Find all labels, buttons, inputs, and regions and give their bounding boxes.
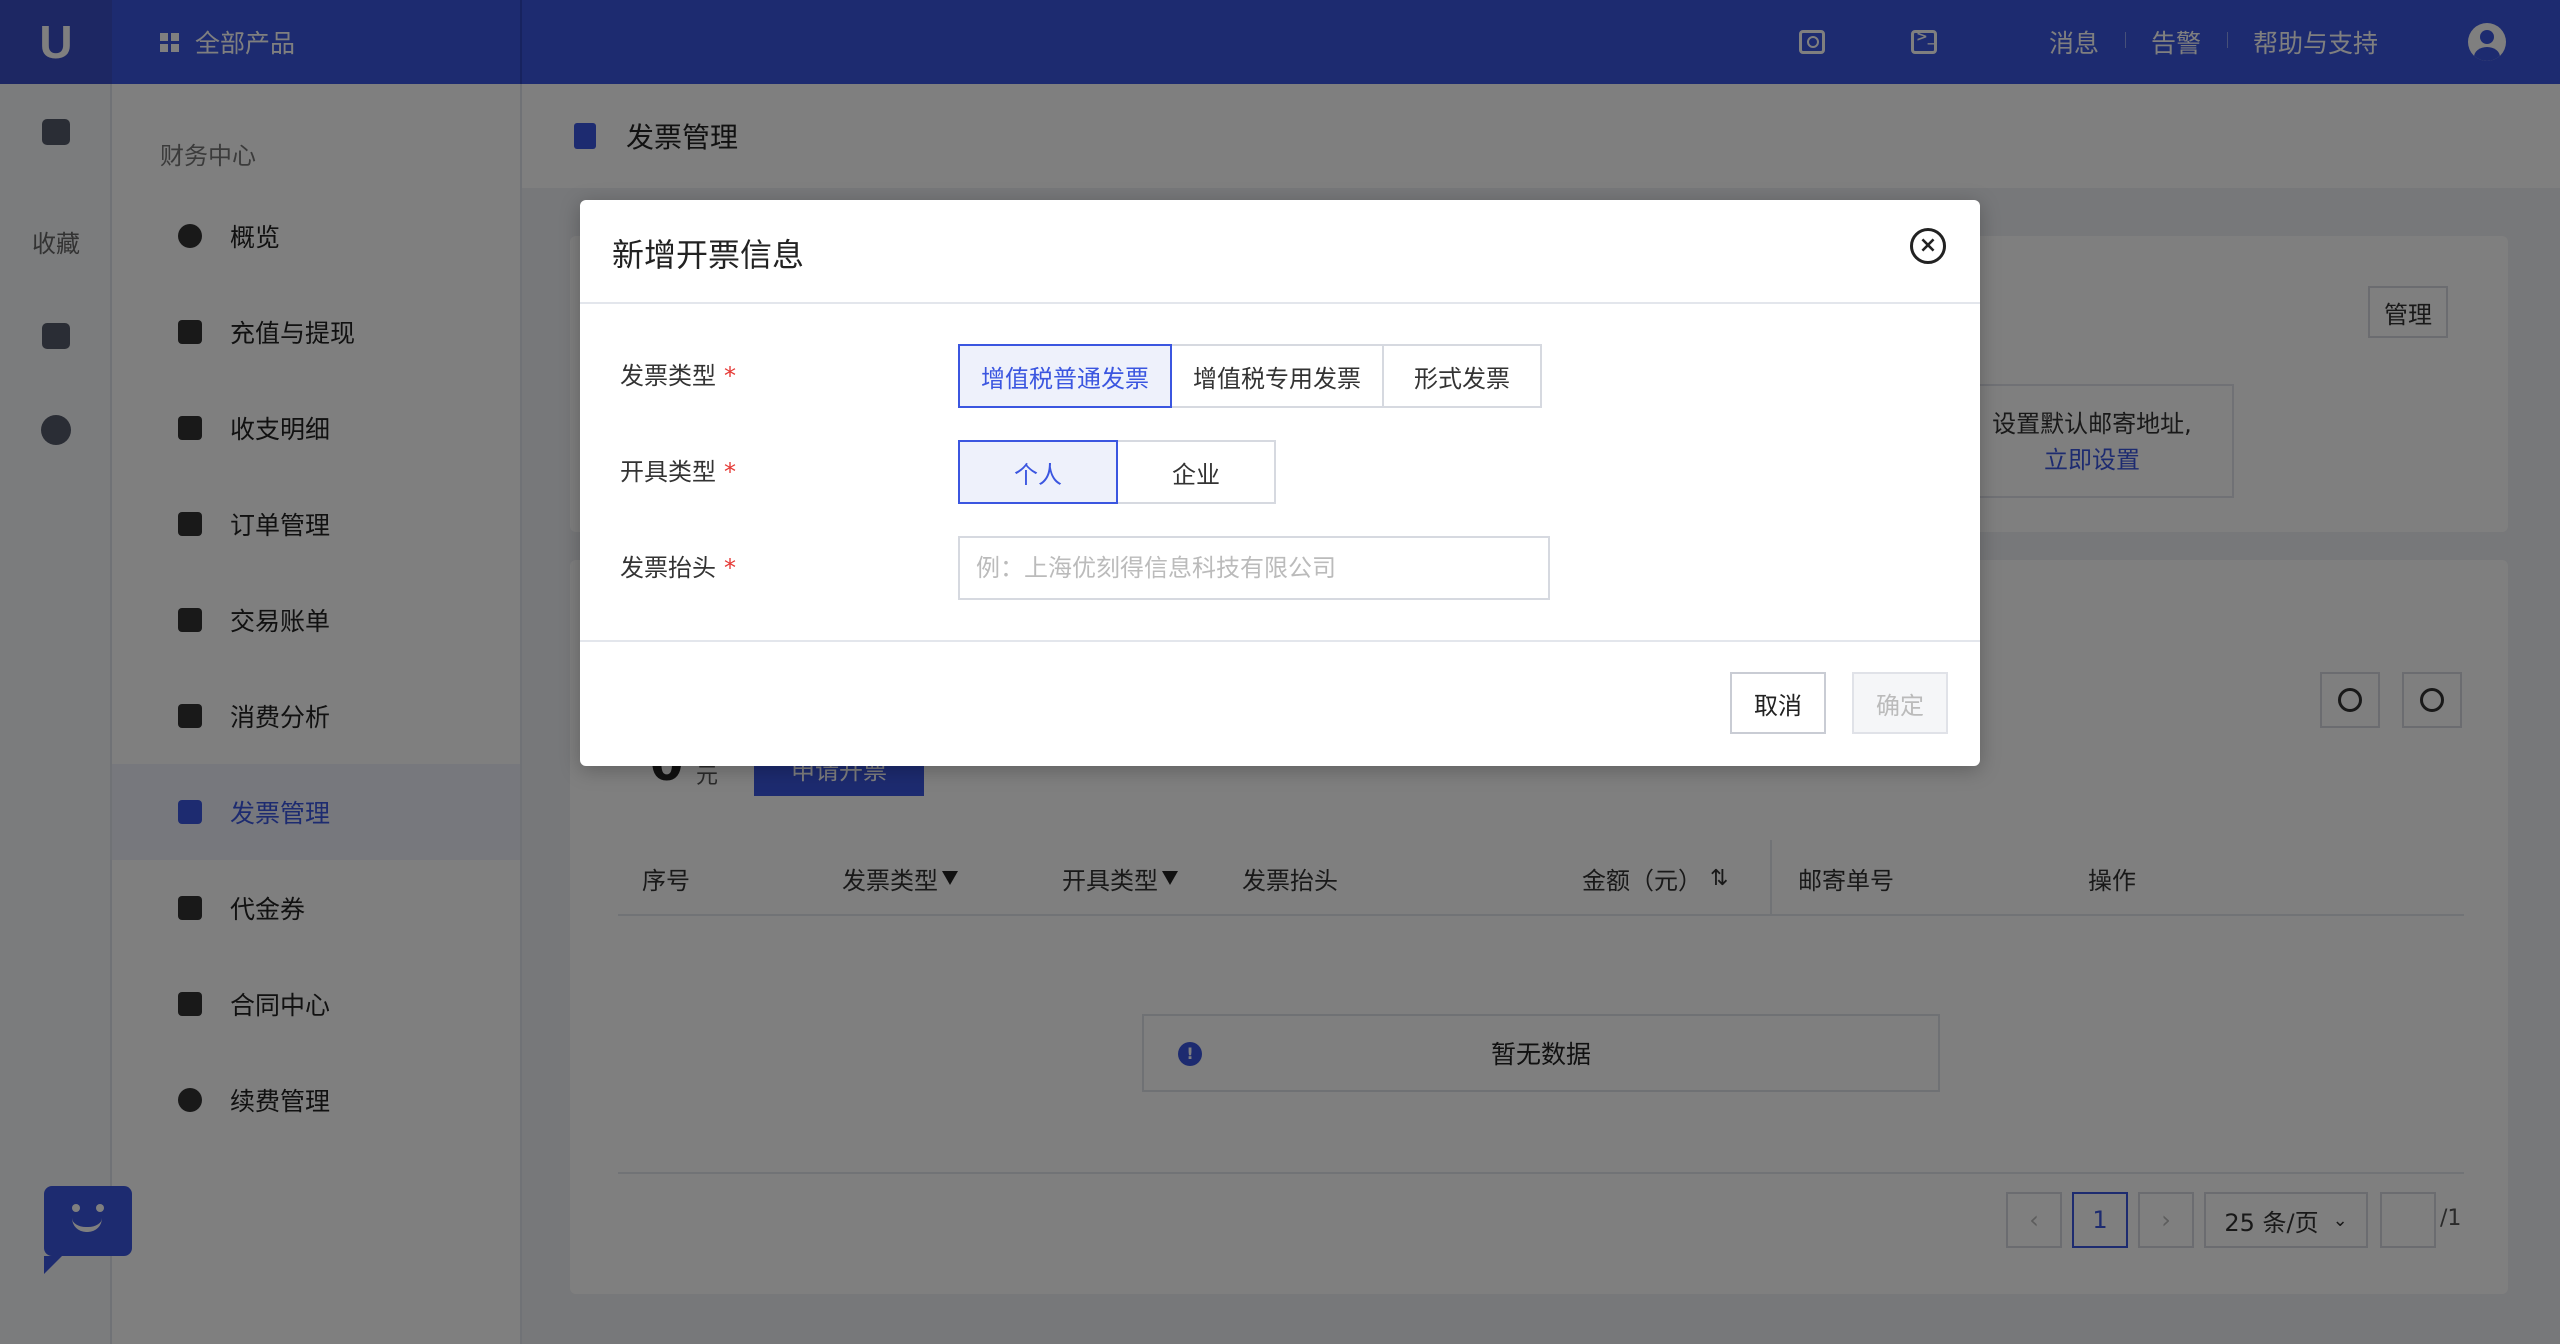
confirm-button[interactable]: 确定 bbox=[1852, 672, 1948, 734]
invoice-title-input[interactable] bbox=[958, 536, 1550, 600]
field-label-text: 发票抬头 bbox=[620, 554, 716, 582]
invoice-type-label: 发票类型 * bbox=[620, 356, 736, 391]
add-invoice-info-modal: 新增开票信息 × 发票类型 * 增值税普通发票 增值税专用发票 形式发票 开具类型… bbox=[580, 200, 1980, 766]
field-label-text: 发票类型 bbox=[620, 362, 716, 390]
required-mark: * bbox=[724, 458, 736, 486]
field-label-text: 开具类型 bbox=[620, 458, 716, 486]
required-mark: * bbox=[724, 554, 736, 582]
required-mark: * bbox=[724, 362, 736, 390]
modal-footer-divider bbox=[580, 640, 1980, 642]
issue-type-selector: 个人 企业 bbox=[958, 440, 1276, 504]
issue-type-option-enterprise[interactable]: 企业 bbox=[1116, 440, 1276, 504]
close-icon[interactable]: × bbox=[1910, 228, 1946, 264]
invoice-title-label: 发票抬头 * bbox=[620, 548, 736, 583]
invoice-type-option-general-vat[interactable]: 增值税普通发票 bbox=[958, 344, 1172, 408]
modal-title: 新增开票信息 bbox=[612, 236, 805, 274]
cancel-button[interactable]: 取消 bbox=[1730, 672, 1826, 734]
issue-type-label: 开具类型 * bbox=[620, 452, 736, 487]
invoice-type-option-special-vat[interactable]: 增值税专用发票 bbox=[1170, 344, 1384, 408]
invoice-type-option-proforma[interactable]: 形式发票 bbox=[1382, 344, 1542, 408]
invoice-type-selector: 增值税普通发票 增值税专用发票 形式发票 bbox=[958, 344, 1542, 408]
issue-type-option-personal[interactable]: 个人 bbox=[958, 440, 1118, 504]
modal-header-divider bbox=[580, 302, 1980, 304]
